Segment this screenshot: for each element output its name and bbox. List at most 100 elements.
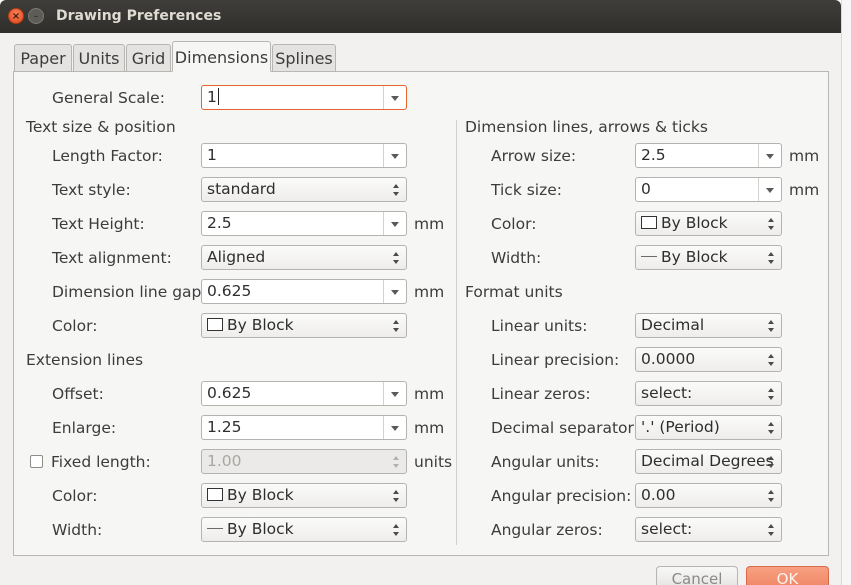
angular-precision-label: Angular precision: (491, 487, 632, 505)
chevron-down-icon[interactable] (383, 144, 406, 167)
chevron-down-icon[interactable] (383, 416, 406, 439)
decimal-separator-select[interactable]: '.' (Period) (635, 415, 782, 440)
dimension-line-gap-unit: mm (414, 283, 445, 301)
text-height-label: Text Height: (52, 215, 145, 233)
linear-precision-value: 0.0000 (641, 350, 696, 368)
offset-value: 0.625 (207, 384, 252, 402)
arrow-size-unit: mm (789, 147, 820, 165)
column-divider (456, 120, 457, 545)
fixed-length-value: 1.00 (207, 452, 242, 470)
minimize-window-button[interactable]: – (28, 8, 44, 24)
tab-units[interactable]: Units (73, 44, 125, 72)
updown-icon (768, 252, 774, 265)
dimension-line-gap-label: Dimension line gap: (52, 283, 207, 301)
updown-icon (768, 320, 774, 333)
enlarge-unit: mm (414, 419, 445, 437)
spin-arrows-icon[interactable] (393, 456, 399, 469)
tick-size-combo[interactable]: 0 (635, 177, 782, 202)
tick-size-label: Tick size: (491, 181, 562, 199)
chevron-down-icon[interactable] (383, 86, 406, 109)
line-width-icon (207, 528, 223, 529)
fixed-length-spinbox[interactable]: 1.00 (201, 449, 407, 474)
dimension-lines-section-title: Dimension lines, arrows & ticks (465, 118, 708, 136)
dimension-line-gap-combo[interactable]: 0.625 (201, 279, 407, 304)
angular-zeros-value: select: (641, 520, 693, 538)
dimline-color-select[interactable]: By Block (635, 211, 782, 236)
cancel-button[interactable]: Cancel (656, 566, 738, 585)
text-alignment-select[interactable]: Aligned (201, 245, 407, 270)
angular-zeros-select[interactable]: select: (635, 517, 782, 542)
extension-width-select[interactable]: By Block (201, 517, 407, 542)
text-height-combo[interactable]: 2.5 (201, 211, 407, 236)
linear-zeros-select[interactable]: select: (635, 381, 782, 406)
extension-lines-section-title: Extension lines (26, 351, 144, 369)
linear-units-label: Linear units: (491, 317, 588, 335)
tab-dimensions[interactable]: Dimensions (172, 41, 271, 72)
updown-icon (393, 320, 399, 333)
offset-combo[interactable]: 0.625 (201, 381, 407, 406)
offset-label: Offset: (52, 385, 104, 403)
linear-precision-label: Linear precision: (491, 351, 620, 369)
angular-units-select[interactable]: Decimal Degrees (635, 449, 782, 474)
linear-units-value: Decimal (641, 316, 705, 334)
arrow-size-value: 2.5 (641, 146, 666, 164)
line-width-icon (641, 256, 657, 257)
updown-icon (768, 490, 774, 503)
close-window-button[interactable]: × (8, 8, 24, 24)
updown-icon (393, 524, 399, 537)
linear-zeros-label: Linear zeros: (491, 385, 591, 403)
tab-grid[interactable]: Grid (126, 44, 171, 72)
tab-paper[interactable]: Paper (14, 44, 72, 72)
chevron-down-icon[interactable] (758, 178, 781, 201)
updown-icon (768, 388, 774, 401)
text-color-value: By Block (227, 316, 294, 334)
background-window-edge (841, 0, 851, 585)
decimal-separator-label: Decimal separator: (491, 419, 639, 437)
updown-icon (393, 490, 399, 503)
color-swatch-icon (207, 318, 223, 331)
text-color-label: Color: (52, 317, 98, 335)
updown-icon (393, 184, 399, 197)
format-units-section-title: Format units (465, 283, 563, 301)
angular-zeros-label: Angular zeros: (491, 521, 603, 539)
fixed-length-unit: units (414, 453, 453, 471)
fixed-length-checkbox[interactable] (30, 455, 43, 468)
text-cursor (217, 88, 219, 105)
length-factor-combo[interactable]: 1 (201, 143, 407, 168)
dimline-width-label: Width: (491, 249, 542, 267)
extension-width-value: By Block (227, 520, 294, 538)
chevron-down-icon[interactable] (383, 212, 406, 235)
updown-icon (768, 456, 774, 469)
arrow-size-combo[interactable]: 2.5 (635, 143, 782, 168)
offset-unit: mm (414, 385, 445, 403)
dimline-width-select[interactable]: By Block (635, 245, 782, 270)
enlarge-value: 1.25 (207, 418, 242, 436)
ok-button[interactable]: OK (746, 566, 829, 585)
angular-precision-select[interactable]: 0.00 (635, 483, 782, 508)
tab-splines[interactable]: Splines (272, 44, 336, 72)
updown-icon (768, 218, 774, 231)
linear-precision-select[interactable]: 0.0000 (635, 347, 782, 372)
general-scale-value: 1 (207, 88, 217, 106)
extension-color-label: Color: (52, 487, 98, 505)
text-style-value: standard (207, 180, 276, 198)
decimal-separator-value: '.' (Period) (641, 418, 720, 436)
text-style-select[interactable]: standard (201, 177, 407, 202)
chevron-down-icon[interactable] (383, 280, 406, 303)
text-alignment-label: Text alignment: (52, 249, 172, 267)
dimline-width-value: By Block (661, 248, 728, 266)
dimline-color-label: Color: (491, 215, 537, 233)
length-factor-label: Length Factor: (52, 147, 163, 165)
updown-icon (768, 524, 774, 537)
linear-units-select[interactable]: Decimal (635, 313, 782, 338)
updown-icon (768, 422, 774, 435)
general-scale-combo[interactable]: 1 (201, 85, 407, 110)
chevron-down-icon[interactable] (383, 382, 406, 405)
angular-units-label: Angular units: (491, 453, 600, 471)
chevron-down-icon[interactable] (758, 144, 781, 167)
text-color-select[interactable]: By Block (201, 313, 407, 338)
text-height-unit: mm (414, 215, 445, 233)
updown-icon (393, 252, 399, 265)
enlarge-combo[interactable]: 1.25 (201, 415, 407, 440)
extension-color-select[interactable]: By Block (201, 483, 407, 508)
